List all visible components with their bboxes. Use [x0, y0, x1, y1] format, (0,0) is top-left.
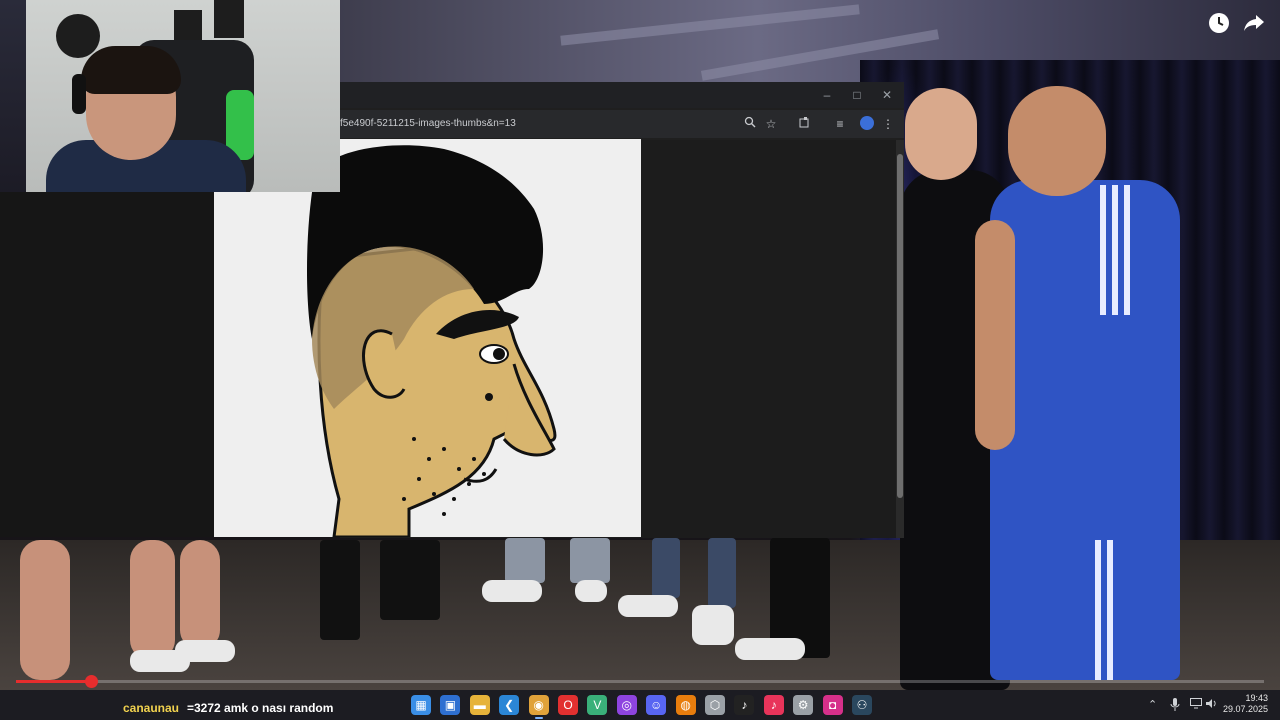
- person-head: [905, 88, 977, 180]
- taskbar-chrome-icon[interactable]: ◉: [528, 695, 549, 715]
- title-bar[interactable]: – □ ✕: [340, 82, 904, 108]
- chat-message: =3272 amk o nası random: [187, 701, 334, 715]
- clock-time: 19:43: [1245, 693, 1268, 703]
- taskbar-tiktok-icon[interactable]: ♪: [734, 695, 755, 715]
- person-head: [1008, 86, 1106, 196]
- sneaker: [692, 605, 734, 645]
- taskbar-app-purple-icon[interactable]: ◎: [616, 695, 637, 715]
- taskbar-app-cube-icon[interactable]: ⬡: [705, 695, 725, 715]
- leg: [20, 540, 70, 680]
- url-text[interactable]: f5e490f-5211215-images-thumbs&n=13: [340, 118, 516, 129]
- share-icon[interactable]: [1242, 12, 1266, 36]
- zoom-icon[interactable]: [742, 116, 758, 132]
- taskbar-blender-icon[interactable]: ◍: [675, 695, 696, 715]
- taskbar-tiktok-live-icon[interactable]: ♪: [763, 695, 784, 715]
- webcam-overlay: [26, 0, 340, 192]
- tracksuit-stripe: [1124, 185, 1130, 315]
- close-icon[interactable]: ✕: [876, 86, 898, 104]
- arm: [975, 220, 1015, 450]
- profile-avatar-icon[interactable]: [860, 116, 874, 130]
- clock-date: 29.07.2025: [1222, 704, 1268, 714]
- sneaker: [735, 638, 805, 660]
- leg: [130, 540, 175, 660]
- bookmark-star-icon[interactable]: ☆: [763, 116, 779, 132]
- person-blue-tracksuit: [990, 180, 1180, 680]
- taskbar-steam-icon[interactable]: ⚇: [852, 695, 872, 715]
- mic-icon[interactable]: [1170, 698, 1180, 714]
- taskbar-windows-start-icon[interactable]: ▦: [411, 695, 431, 715]
- taskbar-vscode-icon[interactable]: ❮: [499, 695, 520, 715]
- sneaker: [175, 640, 235, 662]
- address-bar[interactable]: f5e490f-5211215-images-thumbs&n=13 ☆ ≡ ⋮: [340, 110, 904, 138]
- wall-logo: [56, 14, 100, 58]
- taskbar-app-v-icon[interactable]: V: [587, 695, 608, 715]
- taskbar-opera-icon[interactable]: O: [558, 695, 578, 715]
- more-menu-icon[interactable]: ⋮: [880, 116, 896, 132]
- tracksuit-stripe: [1100, 185, 1106, 315]
- progress-knob[interactable]: [84, 675, 98, 688]
- clock-icon[interactable]: [1207, 12, 1231, 36]
- system-clock[interactable]: 19:43 29.07.2025: [1220, 693, 1268, 715]
- taskbar-app-gear-icon[interactable]: ⚙: [793, 695, 814, 715]
- minimize-icon[interactable]: –: [816, 86, 838, 104]
- dark-panel: [0, 192, 214, 537]
- chevron-up-icon[interactable]: ⌃: [1148, 698, 1157, 711]
- taskbar-file-explorer-icon[interactable]: ▬: [469, 695, 490, 715]
- tracksuit-stripe: [1095, 540, 1101, 680]
- taskbar-microsoft-store-icon[interactable]: ▣: [440, 695, 461, 715]
- streamer-hair: [81, 46, 181, 94]
- leg: [180, 540, 220, 650]
- display-icon[interactable]: [1190, 698, 1202, 712]
- jeans: [570, 538, 610, 583]
- sneaker: [482, 580, 542, 602]
- volume-icon[interactable]: [1206, 698, 1218, 712]
- jeans: [652, 538, 680, 598]
- active-app-indicator: [534, 717, 543, 719]
- progress-fill: [16, 680, 91, 683]
- scrollbar[interactable]: [896, 140, 904, 538]
- extensions-icon[interactable]: [797, 116, 813, 132]
- leg: [380, 540, 440, 620]
- taskbar: canaunau =3272 amk o nası random ▦ ▣ ▬ ❮ ◉ O V…: [0, 690, 1280, 720]
- tracksuit-stripe: [1112, 185, 1118, 315]
- caricature-image: [214, 139, 641, 537]
- maximize-icon[interactable]: □: [846, 86, 868, 104]
- stream-progress-bar[interactable]: [16, 675, 1264, 688]
- wall-poster: [174, 10, 202, 44]
- sneaker: [618, 595, 678, 617]
- wall-poster: [214, 0, 244, 38]
- jeans: [505, 538, 545, 583]
- taskbar-discord-icon[interactable]: ☺: [646, 695, 667, 715]
- headset: [72, 74, 86, 114]
- jeans: [708, 538, 736, 608]
- chat-username: canaunau: [123, 701, 180, 715]
- media-control-icon[interactable]: ≡: [832, 116, 848, 132]
- tracksuit-stripe: [1107, 540, 1113, 680]
- sneaker: [575, 580, 607, 602]
- leg: [320, 540, 360, 640]
- taskbar-instagram-icon[interactable]: ◘: [822, 695, 843, 715]
- scrollbar-thumb[interactable]: [897, 154, 903, 498]
